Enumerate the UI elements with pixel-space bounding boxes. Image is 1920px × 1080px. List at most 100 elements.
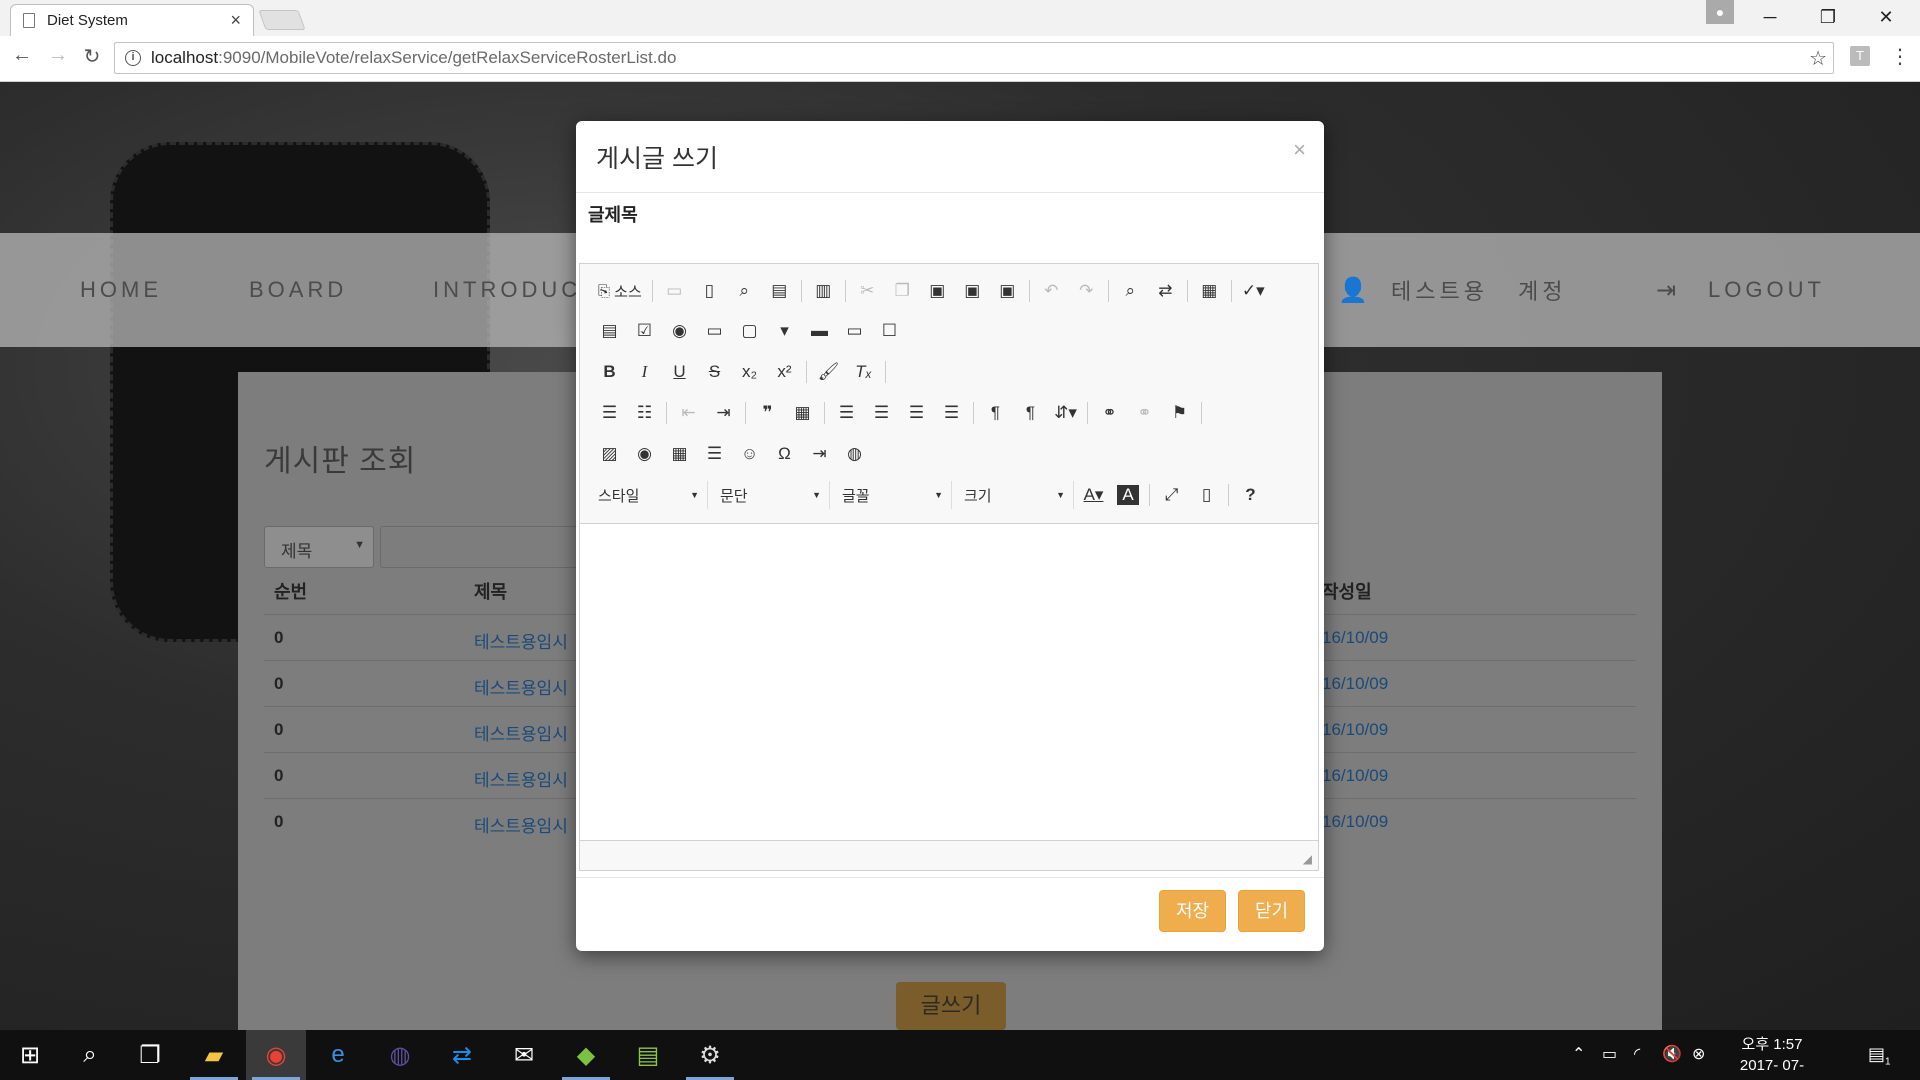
eclipse-icon[interactable]: ◍ bbox=[370, 1030, 430, 1080]
button-field-icon[interactable]: ▬ bbox=[802, 317, 837, 345]
volume-muted-icon[interactable]: 🔇 bbox=[1662, 1044, 1682, 1064]
extension-icon[interactable]: T bbox=[1850, 46, 1870, 66]
task-view-icon[interactable]: ❐ bbox=[120, 1030, 180, 1080]
tab-close-icon[interactable]: × bbox=[230, 10, 241, 31]
clock[interactable]: 오후 1:57 2017- 07- 15 bbox=[1732, 1034, 1812, 1080]
iframe-globe-icon[interactable]: ◍ bbox=[837, 440, 872, 468]
close-window-button[interactable]: ✕ bbox=[1858, 0, 1914, 34]
nav-board[interactable]: BOARD bbox=[249, 277, 347, 303]
reload-icon[interactable]: ↻ bbox=[78, 44, 106, 69]
div-container-icon[interactable]: ▦ bbox=[785, 399, 820, 427]
notification-center-icon[interactable]: ▤1 bbox=[1868, 1044, 1891, 1068]
format-combo[interactable]: 문단 ▼ bbox=[710, 481, 830, 509]
special-char-icon[interactable]: Ω bbox=[767, 440, 802, 468]
numbered-list-icon[interactable]: ☰ bbox=[592, 399, 627, 427]
nav-account[interactable]: 계정 bbox=[1518, 274, 1566, 306]
file-explorer-icon[interactable]: ▰ bbox=[184, 1030, 244, 1080]
paste-icon[interactable]: ▣ bbox=[920, 277, 955, 305]
show-blocks-icon[interactable]: ▯ bbox=[1189, 481, 1224, 509]
image-button-icon[interactable]: ▭ bbox=[837, 317, 872, 345]
teamviewer-icon[interactable]: ⇄ bbox=[432, 1030, 492, 1080]
image-icon[interactable]: ▨ bbox=[592, 440, 627, 468]
align-left-icon[interactable]: ☰ bbox=[829, 399, 864, 427]
ltr-icon[interactable]: ¶ bbox=[978, 399, 1013, 427]
horizontal-line-icon[interactable]: ☰ bbox=[697, 440, 732, 468]
rtl-icon[interactable]: ¶ bbox=[1013, 399, 1048, 427]
nav-user-name[interactable]: 테스트용 bbox=[1391, 274, 1488, 306]
blockquote-icon[interactable]: ❞ bbox=[750, 399, 785, 427]
mail-icon[interactable]: ✉ bbox=[494, 1030, 554, 1080]
align-right-icon[interactable]: ☰ bbox=[899, 399, 934, 427]
search-input[interactable] bbox=[380, 526, 580, 568]
cut-icon[interactable]: ✂ bbox=[850, 277, 885, 305]
resize-grip-icon[interactable]: ◢ bbox=[1303, 852, 1312, 866]
chrome-icon[interactable]: ◉ bbox=[246, 1030, 306, 1080]
col-header-num[interactable]: 순번 bbox=[274, 578, 307, 604]
template-icon[interactable]: ▥ bbox=[806, 277, 841, 305]
bold-icon[interactable]: B bbox=[592, 358, 627, 386]
size-combo[interactable]: 크기 ▼ bbox=[954, 481, 1074, 509]
source-button[interactable]: ⎘ 소스 bbox=[592, 277, 648, 305]
new-page-icon[interactable]: ▯ bbox=[692, 277, 727, 305]
spellcheck-icon[interactable]: ✓▾ bbox=[1236, 277, 1271, 305]
link-icon[interactable]: ⚭ bbox=[1092, 399, 1127, 427]
new-tab-button[interactable] bbox=[258, 10, 306, 30]
radio-icon[interactable]: ◉ bbox=[662, 317, 697, 345]
redo-icon[interactable]: ↷ bbox=[1069, 277, 1104, 305]
subscript-icon[interactable]: x₂ bbox=[732, 358, 767, 386]
row-title-link[interactable]: 테스트용임시 bbox=[474, 628, 568, 653]
nav-logout[interactable]: LOGOUT bbox=[1708, 277, 1825, 303]
text-color-icon[interactable]: A▾ bbox=[1076, 481, 1111, 509]
bookmark-star-icon[interactable]: ☆ bbox=[1809, 46, 1827, 71]
tray-expand-icon[interactable]: ⌃ bbox=[1572, 1044, 1585, 1064]
page-break-icon[interactable]: ⇥ bbox=[802, 440, 837, 468]
table-icon[interactable]: ▦ bbox=[662, 440, 697, 468]
replace-icon[interactable]: ⇄ bbox=[1148, 277, 1183, 305]
textarea-icon[interactable]: ▢ bbox=[732, 317, 767, 345]
select-field-icon[interactable]: ▾ bbox=[767, 317, 802, 345]
style-combo[interactable]: 스타일 ▼ bbox=[588, 481, 708, 509]
undo-icon[interactable]: ↶ bbox=[1034, 277, 1069, 305]
modal-close-icon[interactable]: × bbox=[1293, 137, 1306, 163]
row-title-link[interactable]: 테스트용임시 bbox=[474, 812, 568, 837]
textfield-icon[interactable]: ▭ bbox=[697, 317, 732, 345]
indent-icon[interactable]: ⇥ bbox=[706, 399, 741, 427]
strikethrough-icon[interactable]: S bbox=[697, 358, 732, 386]
col-header-title[interactable]: 제목 bbox=[474, 578, 507, 604]
network-status-icon[interactable]: ⊗ bbox=[1692, 1044, 1705, 1064]
maximize-icon[interactable]: ⤢ bbox=[1154, 481, 1189, 509]
close-button[interactable]: 닫기 bbox=[1238, 890, 1305, 932]
wifi-icon[interactable]: ◜ bbox=[1634, 1044, 1640, 1064]
restore-button[interactable]: ❐ bbox=[1800, 0, 1856, 34]
find-icon[interactable]: ⌕ bbox=[1113, 277, 1148, 305]
superscript-icon[interactable]: x² bbox=[767, 358, 802, 386]
browser-tab[interactable]: Diet System × bbox=[10, 4, 254, 36]
menu-icon[interactable]: ⋮ bbox=[1890, 44, 1910, 69]
app-icon-green[interactable]: ◆ bbox=[556, 1030, 616, 1080]
settings-gear-icon[interactable]: ⚙ bbox=[680, 1030, 740, 1080]
battery-icon[interactable]: ▭ bbox=[1602, 1044, 1617, 1064]
font-combo[interactable]: 글꼴 ▼ bbox=[832, 481, 952, 509]
row-title-link[interactable]: 테스트용임시 bbox=[474, 720, 568, 745]
nav-home[interactable]: HOME bbox=[80, 277, 162, 303]
save-icon[interactable]: ▭ bbox=[657, 277, 692, 305]
copy-icon[interactable]: ❐ bbox=[885, 277, 920, 305]
hidden-field-icon[interactable]: ☐ bbox=[872, 317, 907, 345]
print-icon[interactable]: ▤ bbox=[762, 277, 797, 305]
unlink-icon[interactable]: ⚭ bbox=[1127, 399, 1162, 427]
write-button[interactable]: 글쓰기 bbox=[896, 982, 1006, 1030]
align-center-icon[interactable]: ☰ bbox=[864, 399, 899, 427]
address-bar[interactable]: i localhost:9090/MobileVote/relaxService… bbox=[114, 42, 1834, 74]
paste-text-icon[interactable]: ▣ bbox=[955, 277, 990, 305]
search-type-select[interactable]: 제목 ▼ bbox=[264, 526, 374, 568]
language-icon[interactable]: ⇵▾ bbox=[1048, 399, 1083, 427]
profile-icon[interactable]: ● bbox=[1706, 0, 1734, 24]
select-all-icon[interactable]: ▦ bbox=[1192, 277, 1227, 305]
notepad-icon[interactable]: ▤ bbox=[618, 1030, 678, 1080]
remove-format-icon[interactable]: Tₓ bbox=[846, 358, 881, 386]
row-title-link[interactable]: 테스트용임시 bbox=[474, 674, 568, 699]
flash-icon[interactable]: ◉ bbox=[627, 440, 662, 468]
form-icon[interactable]: ▤ bbox=[592, 317, 627, 345]
underline-icon[interactable]: U bbox=[662, 358, 697, 386]
smiley-icon[interactable]: ☺ bbox=[732, 440, 767, 468]
